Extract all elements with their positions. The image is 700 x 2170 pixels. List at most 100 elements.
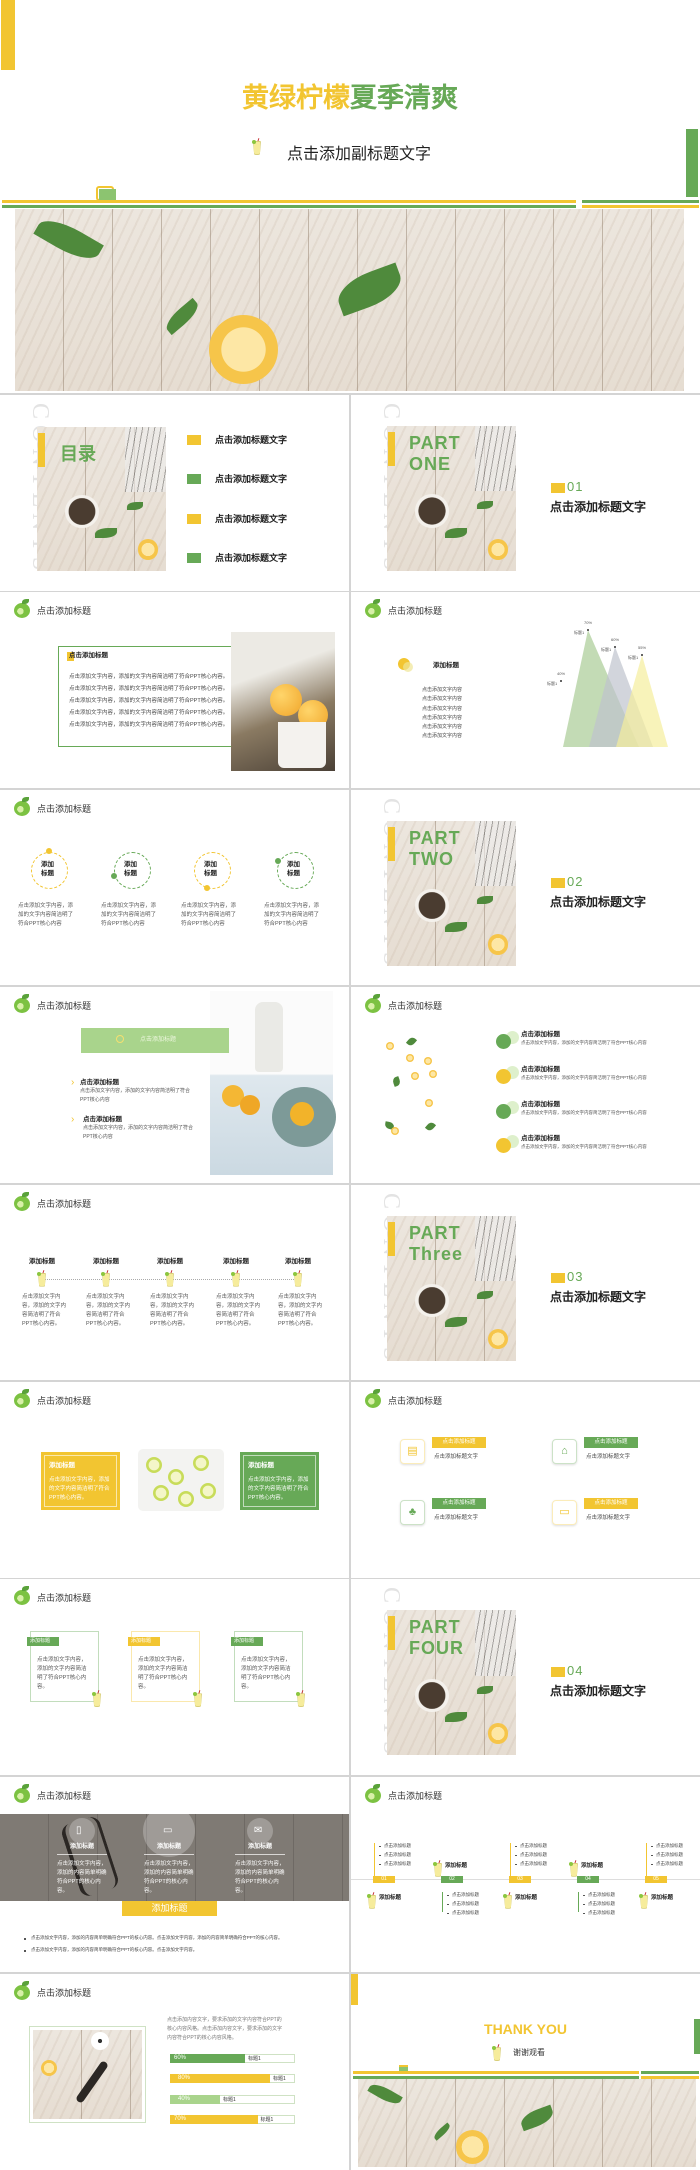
lemonade-icon <box>101 1269 111 1287</box>
card-text: 点击添加文字内容，添加的文字内容简洁明了符合PPT核心内容。 <box>138 1657 188 1691</box>
band-button[interactable]: 添加标题 <box>122 1900 217 1916</box>
number-tag: 01 <box>373 1875 395 1883</box>
lemonade-icon <box>503 1891 513 1909</box>
part-number: 04 <box>567 1663 584 1679</box>
bullet-dot <box>583 1903 585 1906</box>
yellow-rule <box>353 2071 640 2075</box>
number-marker <box>551 1667 565 1678</box>
slide-cover[interactable]: 黄绿柠檬夏季清爽 点击添加副标题文字 <box>0 0 700 393</box>
paragraph: 点击添加内容文字，要求添加的文字内容符合PPT的核心内容风格。点击添加内容文字，… <box>167 2017 283 2042</box>
herb <box>162 297 203 335</box>
contents-item[interactable]: 点击添加标题文字 <box>215 553 287 564</box>
slide-triangle-chart[interactable]: 点击添加标题 添加标题 点击添加文字内容 点击添加文字内容 点击添加文字内容 点击添加文字… <box>351 592 700 788</box>
slide-text-photo[interactable]: 点击添加标题 点击添加标题 点击添加文字内容，添加的文字内容简洁明了符合PPT核心内… <box>0 592 349 788</box>
part-word1: PART <box>409 827 461 848</box>
tag[interactable]: 点击添加标题 <box>584 1498 638 1509</box>
slide-timeline-5[interactable]: 点击添加标题 添加标题 点击添加文字内容，添加的文字内容简洁明了符合PPT核心内容。… <box>0 1184 349 1381</box>
slide-contents[interactable]: CONTENTS目录点击添加标题文字点击添加标题文字点击添加标题文字点击添加标题… <box>0 395 349 591</box>
leaf-sprig <box>391 1076 402 1088</box>
cover-subtitle: 点击添加副标题文字 <box>287 146 432 163</box>
bullet-rule <box>374 1842 375 1876</box>
lime-logo-icon <box>14 1981 30 2001</box>
herb <box>445 1317 468 1328</box>
slide-photo-band[interactable]: 点击添加标题 ▯ 添加标题 点击添加文字内容，添加的内容简单明确符合PPT的核心内容。… <box>0 1776 349 1973</box>
item-title: 点击添加标题 <box>521 1100 560 1108</box>
herb <box>477 1685 494 1694</box>
section-photo <box>37 427 166 571</box>
lime-logo-icon <box>14 1586 30 1606</box>
lemonade-icon <box>231 1269 241 1287</box>
slide-progress-bars[interactable]: 点击添加标题 点击添加内容文字，要求添加的文字内容符合PPT的核心内容风格。点击添… <box>0 1974 349 2170</box>
tag[interactable]: 点击添加标题 <box>584 1437 638 1448</box>
list-marker <box>187 474 201 485</box>
band-divider <box>235 1853 285 1855</box>
number-marker <box>551 1272 565 1283</box>
step-title: 添加标题 <box>157 1257 183 1265</box>
thanks-subtitle: 谢谢观看 <box>513 2048 545 2058</box>
lime-logo-icon <box>365 994 381 1014</box>
step-label: 添加标题 <box>581 1862 604 1869</box>
tag[interactable]: 点击添加标题 <box>432 1437 486 1448</box>
slide-title: 点击添加标题 <box>388 1001 443 1012</box>
towel <box>124 427 166 492</box>
list-marker <box>187 513 201 524</box>
bullet-text: 点击添加标题 <box>384 1851 411 1857</box>
slide-part-3[interactable]: CONTENTSPARTThree03点击添加标题文字 <box>351 1184 700 1381</box>
list-marker <box>187 435 201 445</box>
progress-value: 60% <box>174 2055 187 2062</box>
lemon-slice <box>178 1491 194 1507</box>
slide-title: 点击添加标题 <box>37 1001 92 1012</box>
bullet-text: 点击添加标题 <box>452 1891 479 1897</box>
band-title: 添加标题 <box>248 1843 273 1850</box>
bullet-dot <box>515 1854 517 1857</box>
bullet-text: 点击添加标题 <box>588 1900 615 1906</box>
lime-slice <box>433 1861 437 1866</box>
slide-part-2[interactable]: CONTENTSPARTTWO02点击添加标题文字 <box>351 789 700 986</box>
herb <box>432 2121 453 2141</box>
slide-tag-cards[interactable]: 点击添加标题 添加标题 点击添加文字内容，添加的文字内容简洁明了符合PPT核心内容。… <box>0 1579 349 1775</box>
band-title: 添加标题 <box>70 1843 95 1850</box>
contents-item[interactable]: 点击添加标题文字 <box>215 474 287 485</box>
title-yellow: 黄绿柠檬 <box>242 83 350 113</box>
slide-circle-steps[interactable]: 点击添加标题 添加 标题 点击添加文字内容，添加的文字内容简洁明了符合PPT核心内容 添… <box>0 789 349 986</box>
progress-value: 70% <box>174 2116 187 2123</box>
item-text: 点击添加文字内容，添加的文字内容简洁明了符合PPT核心内容 <box>83 1125 194 1141</box>
home-icon-box: ⌂ <box>552 1439 577 1464</box>
bullet-dot <box>379 1863 381 1866</box>
part-number: 02 <box>567 873 584 889</box>
bullet-text: 点击添加标题 <box>520 1851 547 1857</box>
slide-icon-grid[interactable]: 点击添加标题 ▤ 点击添加标题 点击添加标题文字 ⌂ 点击添加标题 点击添加标题文字 ♣ 点击添… <box>351 1382 700 1578</box>
lemon-deco <box>429 1070 437 1079</box>
slide-thanks[interactable]: THANK YOU 谢谢观看 <box>351 1974 700 2170</box>
step-label: 添加标题 <box>445 1862 468 1869</box>
progress-label: 标题1 <box>248 2056 261 2063</box>
phone-icon: ▯ <box>76 1824 82 1836</box>
circle-title-1: 添加 <box>124 860 137 868</box>
slide-color-boxes[interactable]: 点击添加标题 添加标题 点击添加文字内容，添加的文字内容简洁明了符合PPT核心内容。… <box>0 1382 349 1578</box>
contents-item[interactable]: 点击添加标题文字 <box>215 514 287 525</box>
bullet-text: 点击添加标题 <box>452 1909 479 1915</box>
slide-part-1[interactable]: CONTENTSPARTONE01点击添加标题文字 <box>351 395 700 591</box>
lemon-slice <box>487 933 509 955</box>
photo-scissors <box>33 2030 142 2120</box>
slide-banner-list[interactable]: 点击添加标题 点击添加标题 › 点击添加标题 点击添加文字内容，添加的文字内容简洁明了符… <box>0 987 349 1183</box>
lemonade-icon <box>433 1859 443 1877</box>
lemonade-icon <box>569 1859 579 1877</box>
item-text: 点击添加标题文字 <box>586 1454 631 1460</box>
tag[interactable]: 点击添加标题 <box>432 1498 486 1509</box>
herb <box>33 212 104 268</box>
green-rule <box>2 205 576 208</box>
slide-title: 点击添加标题 <box>388 1790 443 1801</box>
lemonade-icon <box>92 1690 102 1708</box>
yellow-accent-bar <box>388 1616 395 1651</box>
circle-marker <box>496 1068 511 1084</box>
herb <box>445 527 468 538</box>
bullet-text: 点击添加文字内容，添加的内容简单明确符合PPT的核心内容。点击添加文字内容。 <box>31 1946 198 1952</box>
slide-part-4[interactable]: CONTENTSPARTFOUR04点击添加标题文字 <box>351 1579 700 1775</box>
bullet-dot <box>515 1863 517 1866</box>
item-title: 点击添加标题 <box>521 1135 560 1143</box>
contents-item[interactable]: 点击添加标题文字 <box>215 435 287 446</box>
slide-lemon-list[interactable]: 点击添加标题 点击添加标题 点击添加文字内容，添加的文字内容简洁明了符合PPT核心内… <box>351 987 700 1183</box>
box-text: 点击添加文字内容，添加的文字内容简洁明了符合PPT核心内容。 <box>49 1477 110 1501</box>
slide-number-timeline[interactable]: 点击添加标题 01 点击添加标题 点击添加标题 点击添加标题 添加标题 02 点击添加标题 点击… <box>351 1776 700 1973</box>
